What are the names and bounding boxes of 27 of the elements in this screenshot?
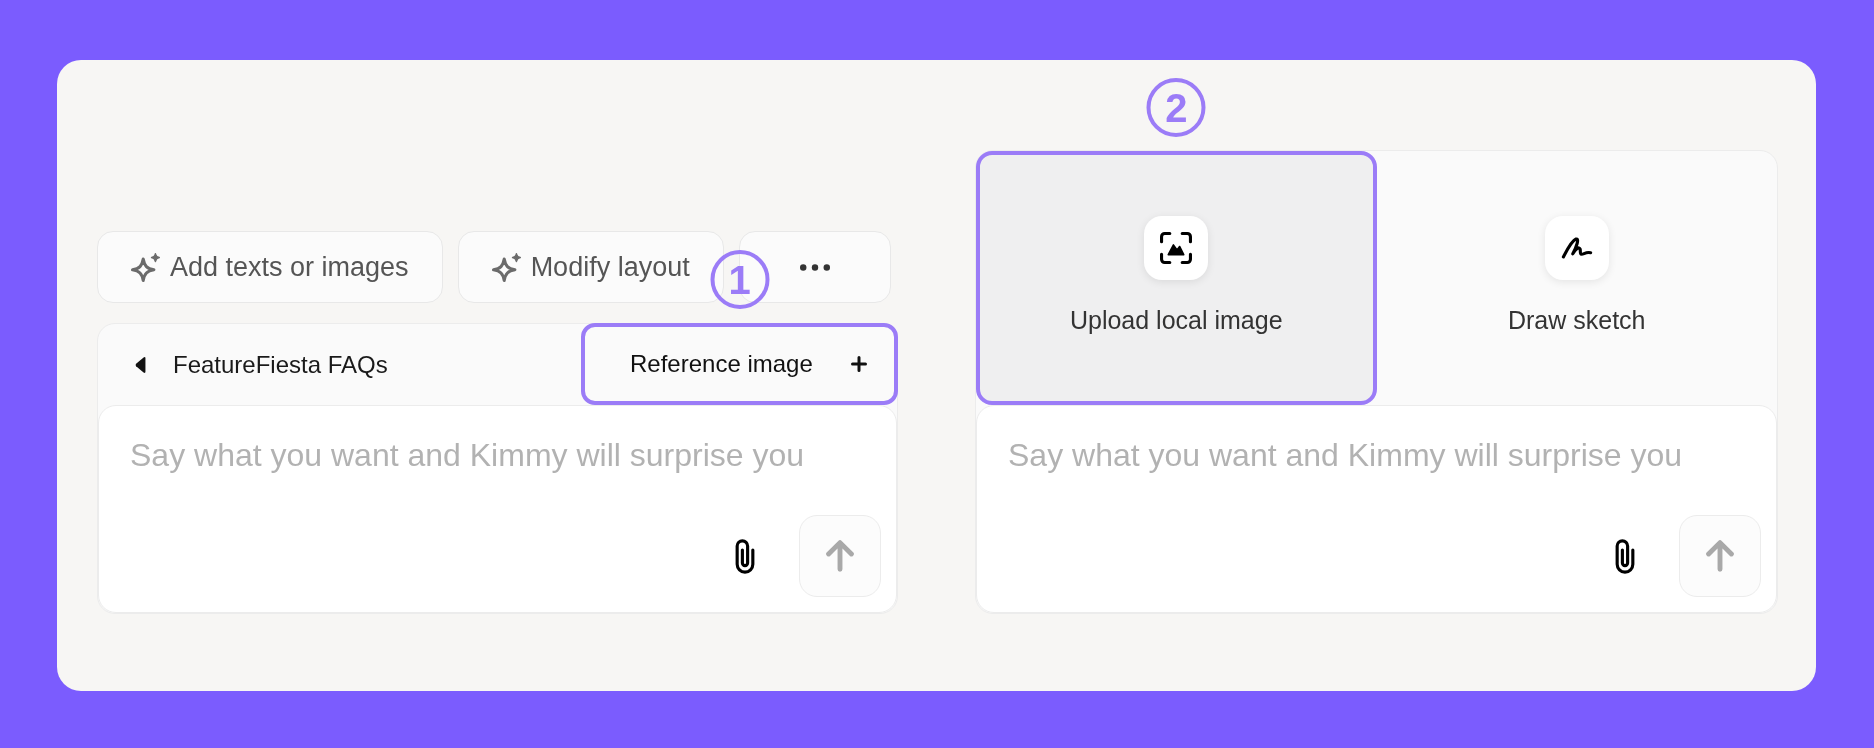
sparkle-icon (491, 252, 521, 282)
arrow-up-icon (826, 540, 854, 572)
callout-number: 2 (1146, 78, 1206, 137)
send-button[interactable] (799, 515, 881, 597)
attach-button[interactable] (733, 538, 757, 574)
paperclip-icon (1613, 538, 1637, 574)
toolbar-button[interactable]: Add texts or images (97, 231, 443, 303)
toolbar-button[interactable]: Modify layout (457, 231, 724, 303)
paperclip-icon (733, 538, 757, 574)
send-button[interactable] (1679, 515, 1761, 597)
document-tab[interactable]: FeatureFiesta FAQs (135, 346, 388, 383)
reference-image-button[interactable]: Reference image (581, 323, 898, 405)
caret-left-icon (135, 355, 146, 374)
prompt-input-box[interactable]: Say what you want and Kimmy will surprise you (98, 405, 897, 613)
prompt-field[interactable]: Say what you want and Kimmy will surprise you (99, 406, 896, 515)
prompt-input-box[interactable]: Say what you want and Kimmy will surprise you (976, 405, 1777, 613)
option-tile[interactable]: Upload local image (976, 151, 1377, 405)
attach-button[interactable] (1613, 538, 1637, 574)
scribble-icon (1544, 216, 1609, 281)
plus-icon (851, 356, 867, 372)
arrow-up-icon (1706, 540, 1734, 572)
sparkle-icon (131, 252, 160, 282)
callout-number: 1 (710, 250, 769, 309)
option-tile[interactable]: Draw sketch (1376, 151, 1777, 405)
prompt-field[interactable]: Say what you want and Kimmy will surprise you (977, 406, 1776, 515)
ellipsis-icon (799, 263, 830, 271)
image-frame-icon (1144, 216, 1209, 281)
